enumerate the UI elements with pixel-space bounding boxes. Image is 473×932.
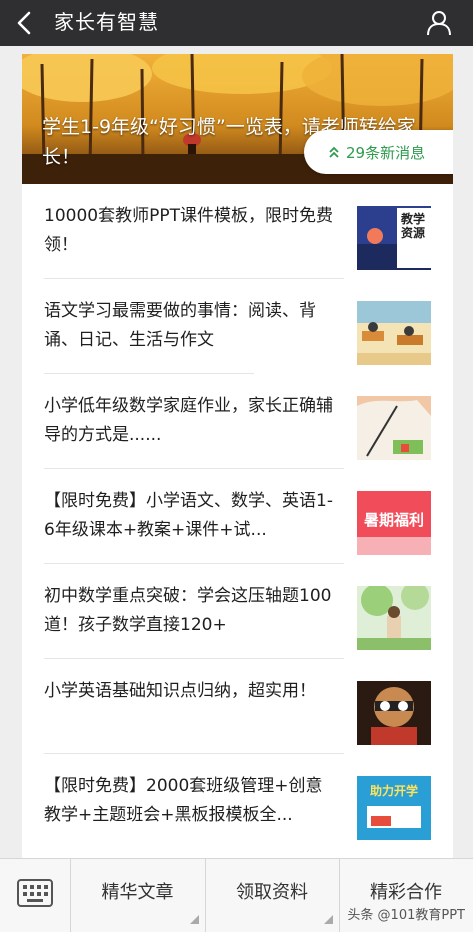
keyboard-toggle-button[interactable] (0, 859, 71, 932)
watermark: 头条 @101教育PPT (347, 908, 465, 923)
article-item[interactable]: 语文学习最需要做的事情：阅读、背诵、日记、生活与作文 (22, 279, 453, 374)
menu-get-materials[interactable]: 领取资料 (205, 859, 340, 932)
article-title: 【限时免费】2000套班级管理+创意教学+主题班会+黑板报模板全... (44, 776, 323, 825)
article-thumbnail (357, 301, 431, 365)
article-thumbnail (357, 586, 431, 650)
submenu-indicator-icon (190, 915, 199, 924)
article-title: 10000套教师PPT课件模板，限时免费领！ (44, 206, 333, 255)
page-title: 家长有智慧 (54, 10, 159, 34)
article-thumbnail: 助力开学 (357, 776, 431, 840)
menu-label: 精华文章 (101, 882, 174, 903)
user-icon[interactable] (425, 9, 453, 37)
thumbnail-label: 助力开学 (369, 784, 418, 798)
article-title: 【限时免费】小学语文、数学、英语1-6年级课本+教案+课件+试... (44, 491, 333, 540)
menu-label: 领取资料 (236, 882, 308, 903)
keyboard-icon (17, 879, 53, 907)
article-item[interactable]: 小学低年级数学家庭作业，家长正确辅导的方式是...... (22, 374, 453, 469)
submenu-indicator-icon (324, 915, 333, 924)
article-title: 语文学习最需要做的事情：阅读、背诵、日记、生活与作文 (44, 301, 316, 350)
article-item[interactable]: 【限时免费】2000套班级管理+创意教学+主题班会+黑板报模板全... 助力开学 (22, 754, 453, 849)
double-chevron-up-icon (329, 146, 339, 158)
menu-featured-articles[interactable]: 精华文章 (70, 859, 206, 932)
new-messages-label: 29条新消息 (346, 143, 426, 162)
top-bar: 家长有智慧 (0, 0, 473, 46)
article-item[interactable]: 10000套教师PPT课件模板，限时免费领！ 教学资源 (22, 184, 453, 279)
article-title: 初中数学重点突破：学会这压轴题100道！孩子数学直接120+ (44, 586, 332, 635)
article-thumbnail (357, 396, 431, 460)
article-thumbnail: 教学资源 (357, 206, 431, 270)
article-list-panel: 学生1-9年级“好习惯”一览表，请老师转给家长！ 10000套教师PPT课件模板… (22, 54, 453, 862)
menu-label: 精彩合作 (370, 882, 442, 903)
thumbnail-label: 教学资源 (401, 212, 426, 240)
article-item[interactable]: 初中数学重点突破：学会这压轴题100道！孩子数学直接120+ (22, 564, 453, 659)
article-title: 小学英语基础知识点归纳，超实用！ (44, 681, 316, 701)
bottom-menu-bar: 精华文章 领取资料 精彩合作 头条 @101教育PPT (0, 858, 473, 932)
article-item[interactable]: 【限时免费】小学语文、数学、英语1-6年级课本+教案+课件+试... 暑期福利 (22, 469, 453, 564)
article-item[interactable]: 小学英语基础知识点归纳，超实用！ (22, 659, 453, 754)
new-messages-button[interactable]: 29条新消息 (304, 130, 453, 174)
thumbnail-label: 暑期福利 (363, 511, 424, 529)
back-arrow-icon[interactable] (12, 10, 38, 36)
article-thumbnail (357, 681, 431, 745)
article-thumbnail: 暑期福利 (357, 491, 431, 555)
article-title: 小学低年级数学家庭作业，家长正确辅导的方式是...... (44, 396, 333, 445)
